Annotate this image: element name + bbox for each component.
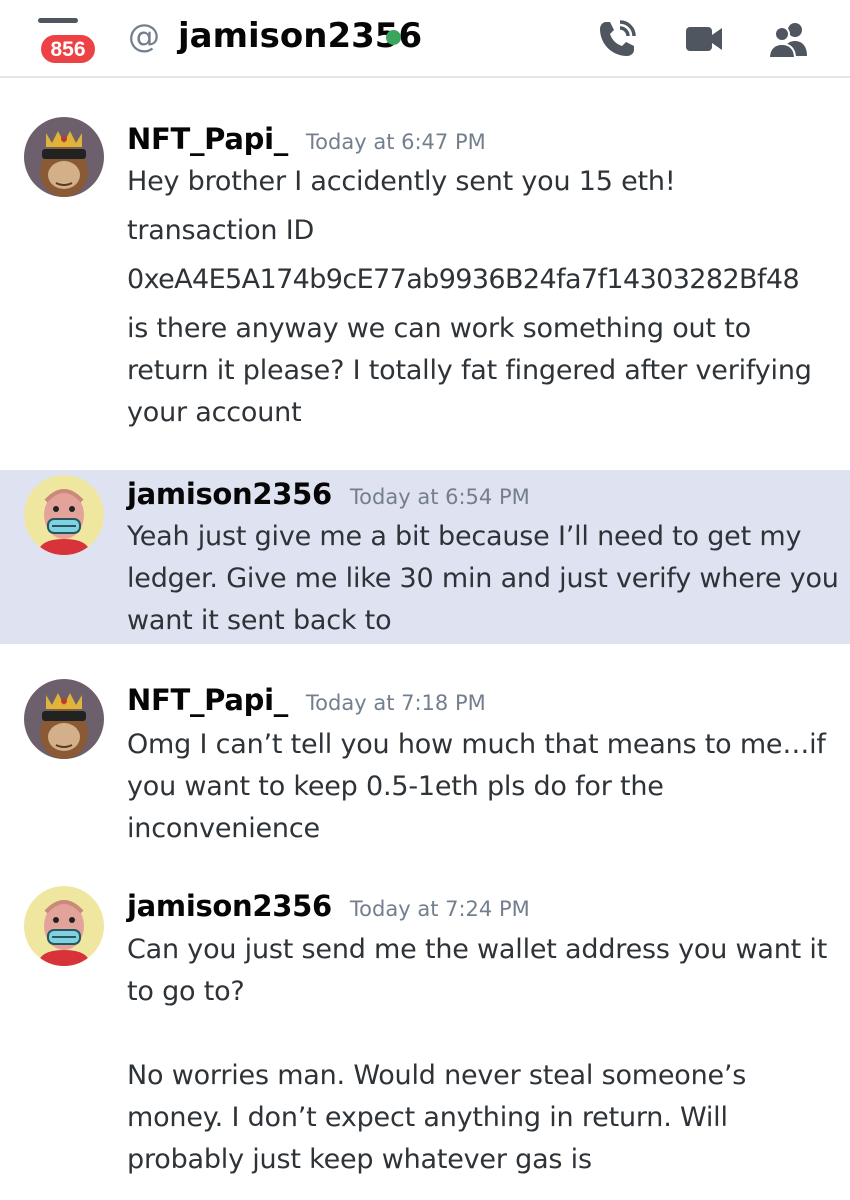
message-author[interactable]: jamison2356 [127,477,332,511]
message-line: No worries man. Would never steal someon… [127,1060,747,1175]
message-item-highlighted[interactable]: jamison2356 Today at 6:54 PM Yeah just g… [0,470,850,644]
message-line: Can you just send me the wallet address … [127,934,828,1007]
transaction-id: 0xeA4E5A174b9cE77ab9936B24fa7f14303282Bf… [127,264,800,295]
message-line: Yeah just give me a bit because I’ll nee… [127,521,839,636]
video-camera-icon[interactable] [676,12,730,66]
message-content: Hey brother I accidently sent you 15 eth… [127,161,839,434]
message-timestamp: Today at 7:24 PM [349,897,530,921]
message-author[interactable]: jamison2356 [127,889,332,923]
user-avatar[interactable] [24,475,104,555]
message-author[interactable]: NFT_Papi_ [127,683,288,717]
message-content: Yeah just give me a bit because I’ll nee… [127,516,839,642]
message-item[interactable]: NFT_Papi_ Today at 7:18 PM Omg I can’t t… [0,660,850,850]
channel-header: 856 @ jamison2356 [0,0,850,78]
message-line: is there anyway we can work something ou… [127,313,812,428]
user-avatar[interactable] [24,886,104,966]
unread-badge: 856 [38,32,98,66]
members-icon[interactable] [762,12,816,66]
message-timestamp: Today at 7:18 PM [305,691,486,715]
message-timestamp: Today at 6:54 PM [349,485,530,509]
menu-button[interactable]: 856 [30,14,100,66]
message-content: Omg I can’t tell you how much that means… [127,724,839,850]
message-author[interactable]: NFT_Papi_ [127,122,288,156]
message-line: transaction ID [127,215,315,246]
message-content: Can you just send me the wallet address … [127,929,839,1181]
phone-call-icon[interactable] [590,12,644,66]
user-avatar[interactable] [24,679,104,759]
message-timestamp: Today at 6:47 PM [305,130,486,154]
message-line: Hey brother I accidently sent you 15 eth… [127,166,676,197]
message-item[interactable]: NFT_Papi_ Today at 6:47 PM Hey brother I… [0,100,850,460]
online-status-dot [386,30,401,45]
at-icon: @ [128,17,160,55]
message-line: Omg I can’t tell you how much that means… [127,729,826,844]
user-avatar[interactable] [24,117,104,197]
message-item[interactable]: jamison2356 Today at 7:24 PM Can you jus… [0,866,850,1200]
